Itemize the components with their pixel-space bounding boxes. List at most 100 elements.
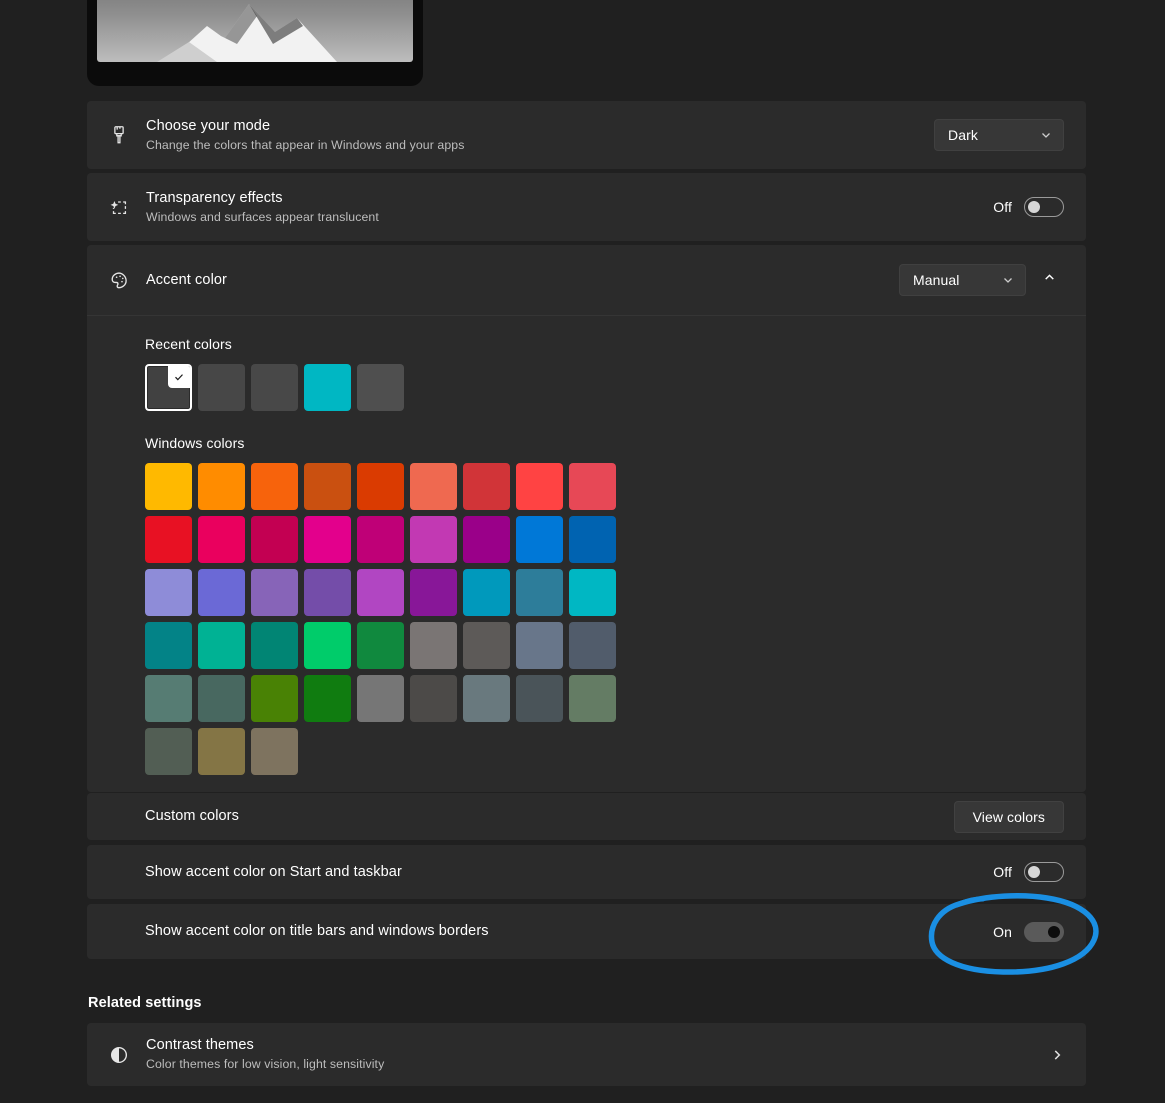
selected-check-icon (168, 366, 190, 388)
transparency-toggle[interactable] (1024, 197, 1064, 217)
windows-color-swatch[interactable] (516, 569, 563, 616)
windows-color-swatch[interactable] (251, 463, 298, 510)
view-colors-button[interactable]: View colors (954, 801, 1064, 833)
palette-icon (108, 269, 146, 292)
toggle-knob (1028, 866, 1040, 878)
setting-accent-title-bars[interactable]: Show accent color on title bars and wind… (87, 904, 1086, 959)
windows-color-swatch[interactable] (251, 569, 298, 616)
windows-color-swatch[interactable] (410, 675, 457, 722)
windows-color-swatch[interactable] (410, 622, 457, 669)
preview-monitor-frame (87, 0, 423, 86)
windows-color-swatch[interactable] (410, 463, 457, 510)
windows-color-swatch[interactable] (357, 569, 404, 616)
recent-color-swatch[interactable] (251, 364, 298, 411)
setting-text: Accent color (146, 271, 899, 290)
windows-color-swatch[interactable] (251, 622, 298, 669)
windows-color-swatch[interactable] (198, 675, 245, 722)
title-bars-toggle[interactable] (1024, 922, 1064, 942)
windows-color-swatch[interactable] (145, 728, 192, 775)
recent-colors-grid (145, 364, 626, 411)
recent-color-swatch[interactable] (145, 364, 192, 411)
windows-color-swatch[interactable] (357, 463, 404, 510)
windows-color-swatch[interactable] (304, 569, 351, 616)
setting-accent-color[interactable]: Accent color Manual (87, 245, 1086, 792)
windows-color-swatch[interactable] (357, 675, 404, 722)
setting-custom-colors[interactable]: Custom colors View colors (87, 793, 1086, 840)
start-taskbar-toggle[interactable] (1024, 862, 1064, 882)
windows-color-swatch[interactable] (463, 516, 510, 563)
accent-color-panel: Recent colors Windows colors (87, 315, 1086, 799)
setting-text: Transparency effects Windows and surface… (146, 189, 993, 226)
windows-color-swatch[interactable] (198, 463, 245, 510)
chevron-down-icon (1002, 274, 1014, 286)
windows-colors-label: Windows colors (145, 435, 1065, 451)
windows-color-swatch[interactable] (145, 463, 192, 510)
setting-title: Transparency effects (146, 189, 993, 208)
windows-color-swatch[interactable] (463, 569, 510, 616)
windows-color-swatch[interactable] (304, 675, 351, 722)
view-colors-label: View colors (973, 809, 1045, 825)
related-item-contrast-themes[interactable]: Contrast themes Color themes for low vis… (87, 1023, 1086, 1086)
windows-color-swatch[interactable] (198, 622, 245, 669)
theme-preview[interactable] (87, 0, 423, 86)
setting-title: Show accent color on Start and taskbar (145, 863, 993, 882)
accent-mode-value: Manual (913, 272, 960, 288)
toggle-knob (1048, 926, 1060, 938)
setting-text: Custom colors (145, 807, 954, 826)
setting-text: Show accent color on Start and taskbar (145, 863, 993, 882)
windows-color-swatch[interactable] (251, 516, 298, 563)
chevron-up-icon (1043, 271, 1056, 289)
windows-color-swatch[interactable] (198, 516, 245, 563)
windows-color-swatch[interactable] (463, 463, 510, 510)
windows-color-swatch[interactable] (251, 728, 298, 775)
setting-title: Show accent color on title bars and wind… (145, 922, 993, 941)
setting-transparency-effects[interactable]: Transparency effects Windows and surface… (87, 173, 1086, 241)
windows-color-swatch[interactable] (304, 516, 351, 563)
windows-color-swatch[interactable] (569, 463, 616, 510)
windows-color-swatch[interactable] (145, 622, 192, 669)
windows-color-swatch[interactable] (357, 622, 404, 669)
start-taskbar-toggle-state: Off (993, 864, 1012, 880)
mountain-graphic (97, 0, 413, 62)
windows-color-swatch[interactable] (251, 675, 298, 722)
setting-title: Accent color (146, 271, 899, 290)
setting-title: Custom colors (145, 807, 954, 826)
windows-color-swatch[interactable] (198, 728, 245, 775)
windows-color-swatch[interactable] (516, 463, 563, 510)
windows-color-swatch[interactable] (569, 569, 616, 616)
setting-accent-start-taskbar[interactable]: Show accent color on Start and taskbar O… (87, 845, 1086, 899)
setting-choose-your-mode[interactable]: Choose your mode Change the colors that … (87, 101, 1086, 169)
windows-color-swatch[interactable] (304, 622, 351, 669)
chevron-right-icon (1050, 1048, 1064, 1062)
windows-color-swatch[interactable] (410, 516, 457, 563)
windows-color-swatch[interactable] (410, 569, 457, 616)
windows-color-swatch[interactable] (304, 463, 351, 510)
setting-title: Contrast themes (146, 1036, 1050, 1055)
windows-color-swatch[interactable] (516, 675, 563, 722)
windows-color-swatch[interactable] (569, 675, 616, 722)
expander-collapse-button[interactable] (1034, 265, 1064, 295)
windows-color-swatch[interactable] (569, 622, 616, 669)
setting-subtitle: Change the colors that appear in Windows… (146, 137, 934, 154)
accent-mode-dropdown[interactable]: Manual (899, 264, 1026, 296)
windows-color-swatch[interactable] (463, 622, 510, 669)
related-settings-heading: Related settings (88, 995, 202, 1011)
windows-color-swatch[interactable] (145, 675, 192, 722)
windows-color-swatch[interactable] (463, 675, 510, 722)
windows-color-swatch[interactable] (516, 516, 563, 563)
windows-color-swatch[interactable] (198, 569, 245, 616)
setting-text: Contrast themes Color themes for low vis… (146, 1036, 1050, 1073)
windows-color-swatch[interactable] (145, 569, 192, 616)
windows-color-swatch[interactable] (357, 516, 404, 563)
windows-color-swatch[interactable] (145, 516, 192, 563)
mode-dropdown-value: Dark (948, 127, 978, 143)
setting-text: Choose your mode Change the colors that … (146, 117, 934, 154)
recent-color-swatch[interactable] (357, 364, 404, 411)
recent-color-swatch[interactable] (304, 364, 351, 411)
windows-color-swatch[interactable] (516, 622, 563, 669)
mode-dropdown[interactable]: Dark (934, 119, 1064, 151)
preview-screen (97, 0, 413, 62)
windows-color-swatch[interactable] (569, 516, 616, 563)
recent-color-swatch[interactable] (198, 364, 245, 411)
setting-subtitle: Windows and surfaces appear translucent (146, 209, 993, 226)
